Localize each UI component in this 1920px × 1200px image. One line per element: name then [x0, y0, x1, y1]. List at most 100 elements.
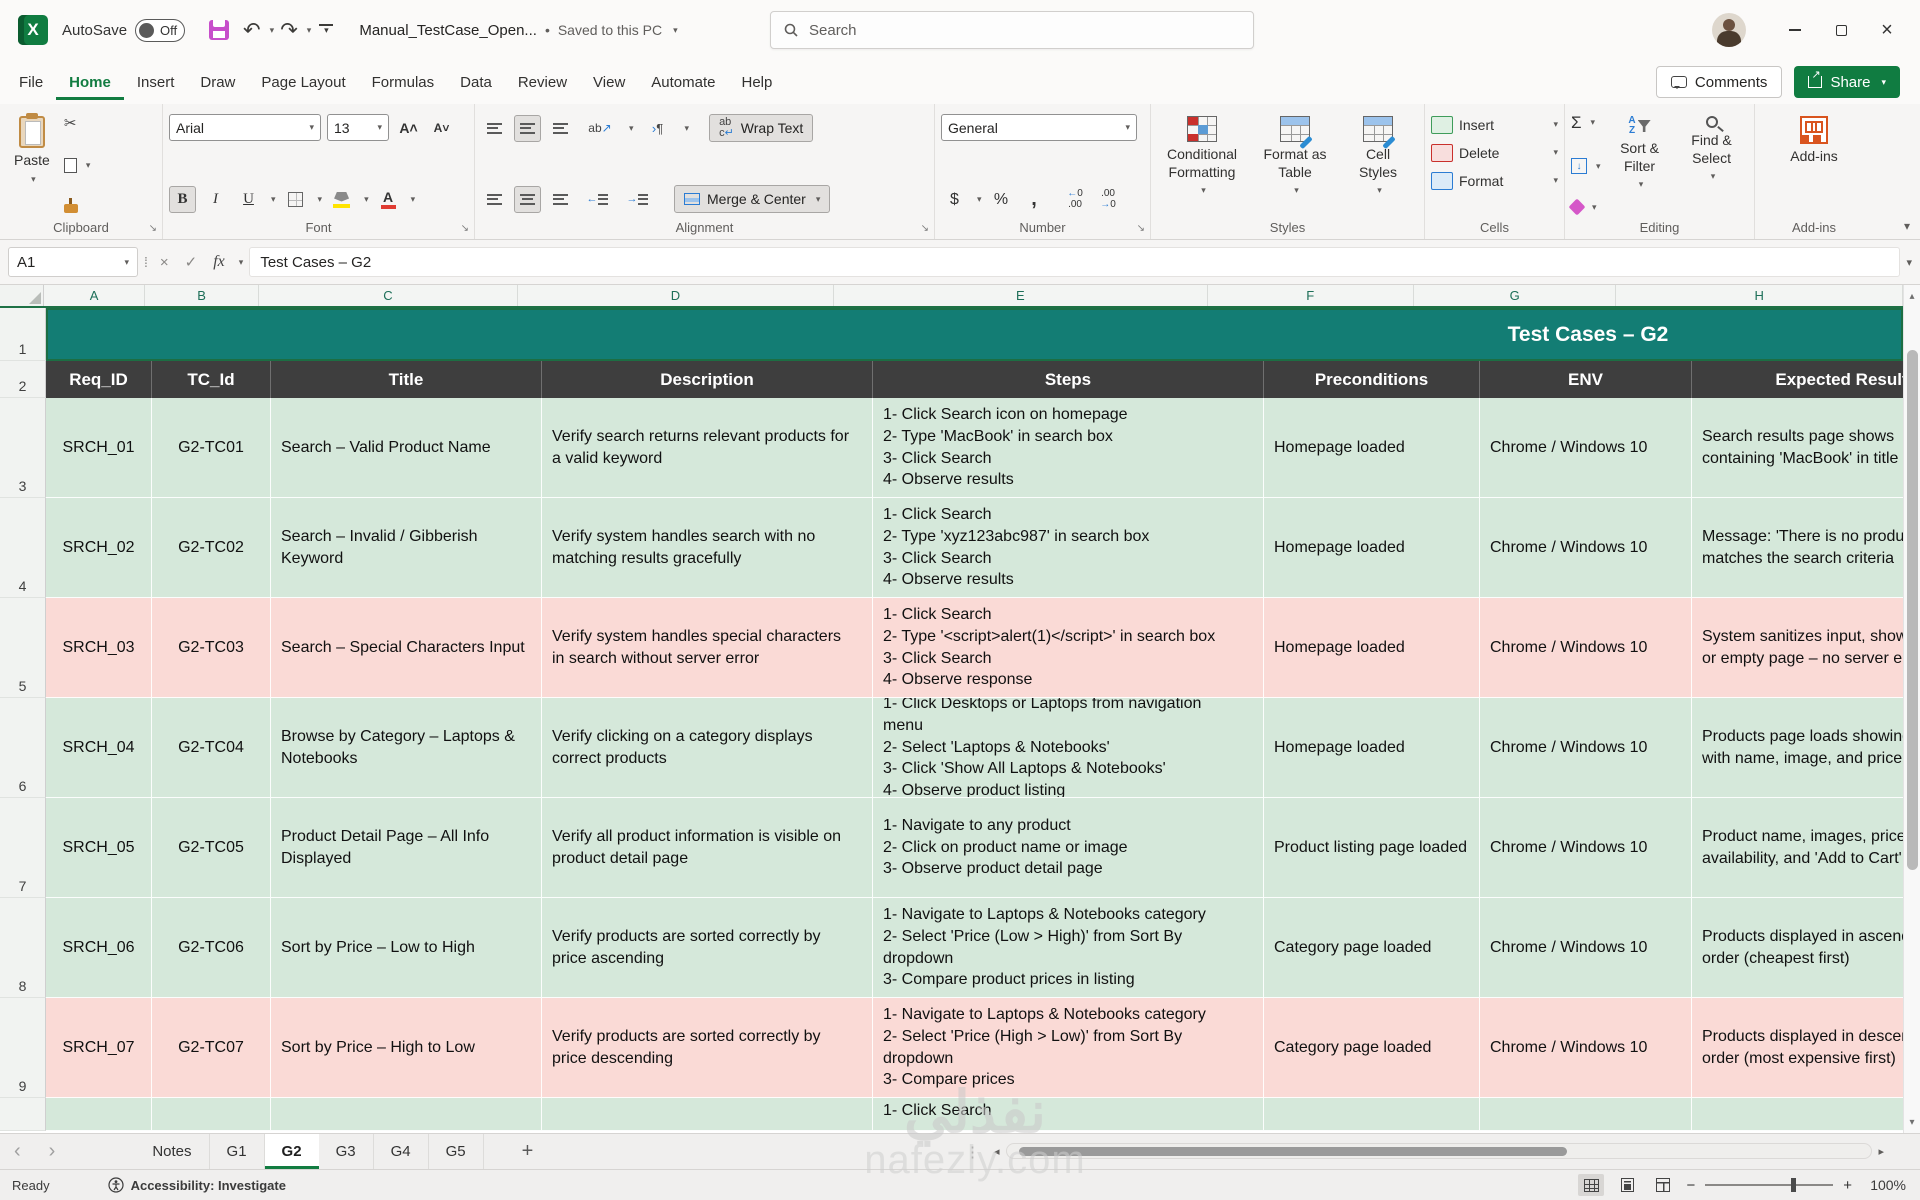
borders-button[interactable]: [282, 186, 309, 213]
share-button[interactable]: Share ▾: [1794, 66, 1900, 98]
number-format-select[interactable]: General ▾: [941, 114, 1137, 141]
cancel-entry-icon[interactable]: ×: [155, 254, 174, 271]
header-cell-req_id[interactable]: Req_ID: [46, 361, 152, 398]
cell-description[interactable]: Verify products are sorted correctly by …: [542, 898, 873, 998]
row-number[interactable]: 8: [0, 898, 46, 998]
number-dialog-launcher-icon[interactable]: ↘: [1137, 223, 1145, 234]
cell-env[interactable]: Chrome / Windows 10: [1480, 598, 1692, 698]
sheet-tab-g3[interactable]: G3: [319, 1134, 374, 1169]
header-cell-title[interactable]: Title: [271, 361, 542, 398]
cell-title[interactable]: Sort by Price – Low to High: [271, 898, 542, 998]
cell-req-id[interactable]: SRCH_02: [46, 498, 152, 598]
align-left-button[interactable]: [481, 186, 508, 213]
ribbon-tab-formulas[interactable]: Formulas: [359, 65, 448, 100]
orientation-dropdown-icon[interactable]: ▾: [629, 123, 634, 134]
cell-req-id[interactable]: SRCH_01: [46, 398, 152, 498]
find-select-button[interactable]: Find & Select ▾: [1679, 112, 1745, 215]
sheet-title-cell[interactable]: Test Cases – G2: [46, 308, 1903, 361]
cell-req-id[interactable]: SRCH_06: [46, 898, 152, 998]
sort-filter-button[interactable]: AZ Sort & Filter ▾: [1607, 112, 1673, 215]
cell-steps[interactable]: 1- Navigate to any product 2- Click on p…: [873, 798, 1264, 898]
decrease-font-button[interactable]: A˅: [428, 114, 455, 141]
row-number[interactable]: 5: [0, 598, 46, 698]
customize-qat-icon[interactable]: ▾: [319, 24, 333, 36]
cell-preconditions[interactable]: Category page loaded: [1264, 998, 1480, 1098]
horizontal-scroll-track[interactable]: [1006, 1143, 1873, 1159]
font-name-select[interactable]: Arial ▾: [169, 114, 321, 141]
name-box[interactable]: A1 ▾: [8, 247, 138, 277]
italic-button[interactable]: I: [202, 186, 229, 213]
search-input[interactable]: Search: [770, 11, 1254, 49]
cell-steps[interactable]: 1- Click Search 2- Type 'xyz123abc987' i…: [873, 498, 1264, 598]
increase-indent-button[interactable]: →: [620, 186, 654, 213]
cell-preconditions[interactable]: Homepage loaded: [1264, 498, 1480, 598]
percent-button[interactable]: %: [988, 186, 1015, 213]
ribbon-tab-file[interactable]: File: [6, 65, 56, 100]
wrap-text-button[interactable]: abc↵ Wrap Text: [709, 114, 813, 142]
cell-preconditions[interactable]: Homepage loaded: [1264, 698, 1480, 798]
horizontal-scrollbar[interactable]: ◂ ▸: [988, 1139, 1890, 1163]
cell-expected[interactable]: Message: 'There is no product matches th…: [1692, 498, 1903, 598]
restore-button[interactable]: [1818, 9, 1864, 51]
zoom-percentage[interactable]: 100%: [1862, 1177, 1906, 1193]
cell-expected[interactable]: System sanitizes input, shows or empty p…: [1692, 598, 1903, 698]
text-direction-button[interactable]: ›¶: [640, 115, 676, 142]
column-header-A[interactable]: A: [44, 285, 145, 306]
cell-tc-id[interactable]: [152, 1098, 271, 1131]
user-avatar[interactable]: [1712, 13, 1746, 47]
cell-description[interactable]: Verify clicking on a category displays c…: [542, 698, 873, 798]
font-dialog-launcher-icon[interactable]: ↘: [461, 223, 469, 234]
cell-env[interactable]: Chrome / Windows 10: [1480, 998, 1692, 1098]
vertical-scroll-thumb[interactable]: [1907, 350, 1918, 870]
sheet-tab-g1[interactable]: G1: [210, 1134, 265, 1169]
currency-button[interactable]: $: [941, 186, 968, 213]
cell-expected[interactable]: Product name, images, price availability…: [1692, 798, 1903, 898]
format-painter-icon[interactable]: [64, 204, 78, 213]
cell-env[interactable]: Chrome / Windows 10: [1480, 498, 1692, 598]
ribbon-tab-help[interactable]: Help: [729, 65, 786, 100]
ribbon-tab-data[interactable]: Data: [447, 65, 505, 100]
borders-dropdown-icon[interactable]: ▾: [318, 194, 323, 205]
formula-bar-handle-icon[interactable]: ⁞: [144, 254, 149, 270]
column-header-G[interactable]: G: [1414, 285, 1617, 306]
minimize-button[interactable]: [1772, 9, 1818, 51]
cell-tc-id[interactable]: G2-TC07: [152, 998, 271, 1098]
cell-env[interactable]: Chrome / Windows 10: [1480, 898, 1692, 998]
autosave-toggle[interactable]: Off: [135, 19, 185, 42]
page-break-view-button[interactable]: [1650, 1174, 1676, 1196]
decrease-decimal-button[interactable]: .00 →0: [1095, 186, 1122, 213]
underline-button[interactable]: U: [235, 186, 262, 213]
collapse-ribbon-icon[interactable]: ▾: [1904, 219, 1910, 233]
paste-button[interactable]: Paste ▾: [6, 112, 58, 215]
font-size-select[interactable]: 13 ▾: [327, 114, 389, 141]
cell-req-id[interactable]: SRCH_07: [46, 998, 152, 1098]
cell-description[interactable]: Verify system handles special characters…: [542, 598, 873, 698]
tab-split-handle-icon[interactable]: ⋮: [965, 1143, 980, 1161]
horizontal-scroll-thumb[interactable]: [1019, 1147, 1567, 1156]
cell-expected[interactable]: Products page loads showing with name, i…: [1692, 698, 1903, 798]
cell-tc-id[interactable]: G2-TC01: [152, 398, 271, 498]
comments-button[interactable]: Comments: [1656, 66, 1783, 98]
row-number[interactable]: 4: [0, 498, 46, 598]
cell-expected[interactable]: Products displayed in descending order (…: [1692, 998, 1903, 1098]
undo-button[interactable]: ↶: [241, 18, 263, 43]
zoom-slider-thumb[interactable]: [1791, 1178, 1796, 1192]
cut-icon[interactable]: ✂: [64, 114, 91, 132]
delete-cells-button[interactable]: Delete ▾: [1431, 140, 1558, 165]
cell-tc-id[interactable]: G2-TC02: [152, 498, 271, 598]
column-header-E[interactable]: E: [834, 285, 1208, 306]
row-number[interactable]: 7: [0, 798, 46, 898]
cell-steps[interactable]: 1- Click Search 2- Type '<script>alert(1…: [873, 598, 1264, 698]
save-icon[interactable]: [209, 20, 229, 40]
zoom-out-icon[interactable]: −: [1686, 1177, 1695, 1194]
font-color-dropdown-icon[interactable]: ▾: [411, 194, 416, 205]
cell-env[interactable]: Chrome / Windows 10: [1480, 398, 1692, 498]
ribbon-tab-page-layout[interactable]: Page Layout: [248, 65, 358, 100]
column-header-D[interactable]: D: [518, 285, 834, 306]
cell-tc-id[interactable]: G2-TC03: [152, 598, 271, 698]
prev-sheet-icon[interactable]: ‹: [0, 1140, 35, 1163]
function-dropdown-icon[interactable]: ▾: [239, 257, 244, 268]
fill-button[interactable]: ↓▾: [1571, 158, 1601, 174]
saved-status-dropdown-icon[interactable]: ▾: [673, 25, 678, 36]
cell-preconditions[interactable]: Homepage loaded: [1264, 598, 1480, 698]
